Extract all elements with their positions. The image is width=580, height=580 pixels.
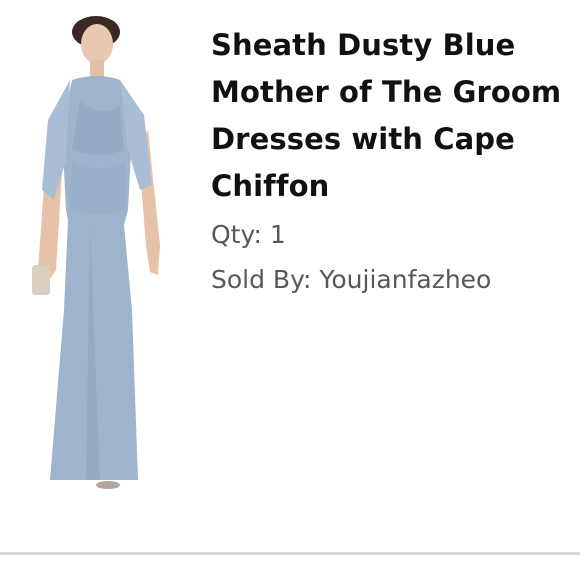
item-details: Sheath Dusty Blue Mother of The Groom Dr…	[211, 22, 566, 302]
quantity-label: Qty: 1	[211, 220, 286, 249]
order-item-card: Sheath Dusty Blue Mother of The Groom Dr…	[0, 0, 580, 580]
section-divider	[0, 552, 580, 555]
product-title[interactable]: Sheath Dusty Blue Mother of The Groom Dr…	[211, 22, 566, 210]
product-image[interactable]	[20, 10, 195, 495]
seller-label: Sold By: Youjianfazheo	[211, 265, 492, 294]
